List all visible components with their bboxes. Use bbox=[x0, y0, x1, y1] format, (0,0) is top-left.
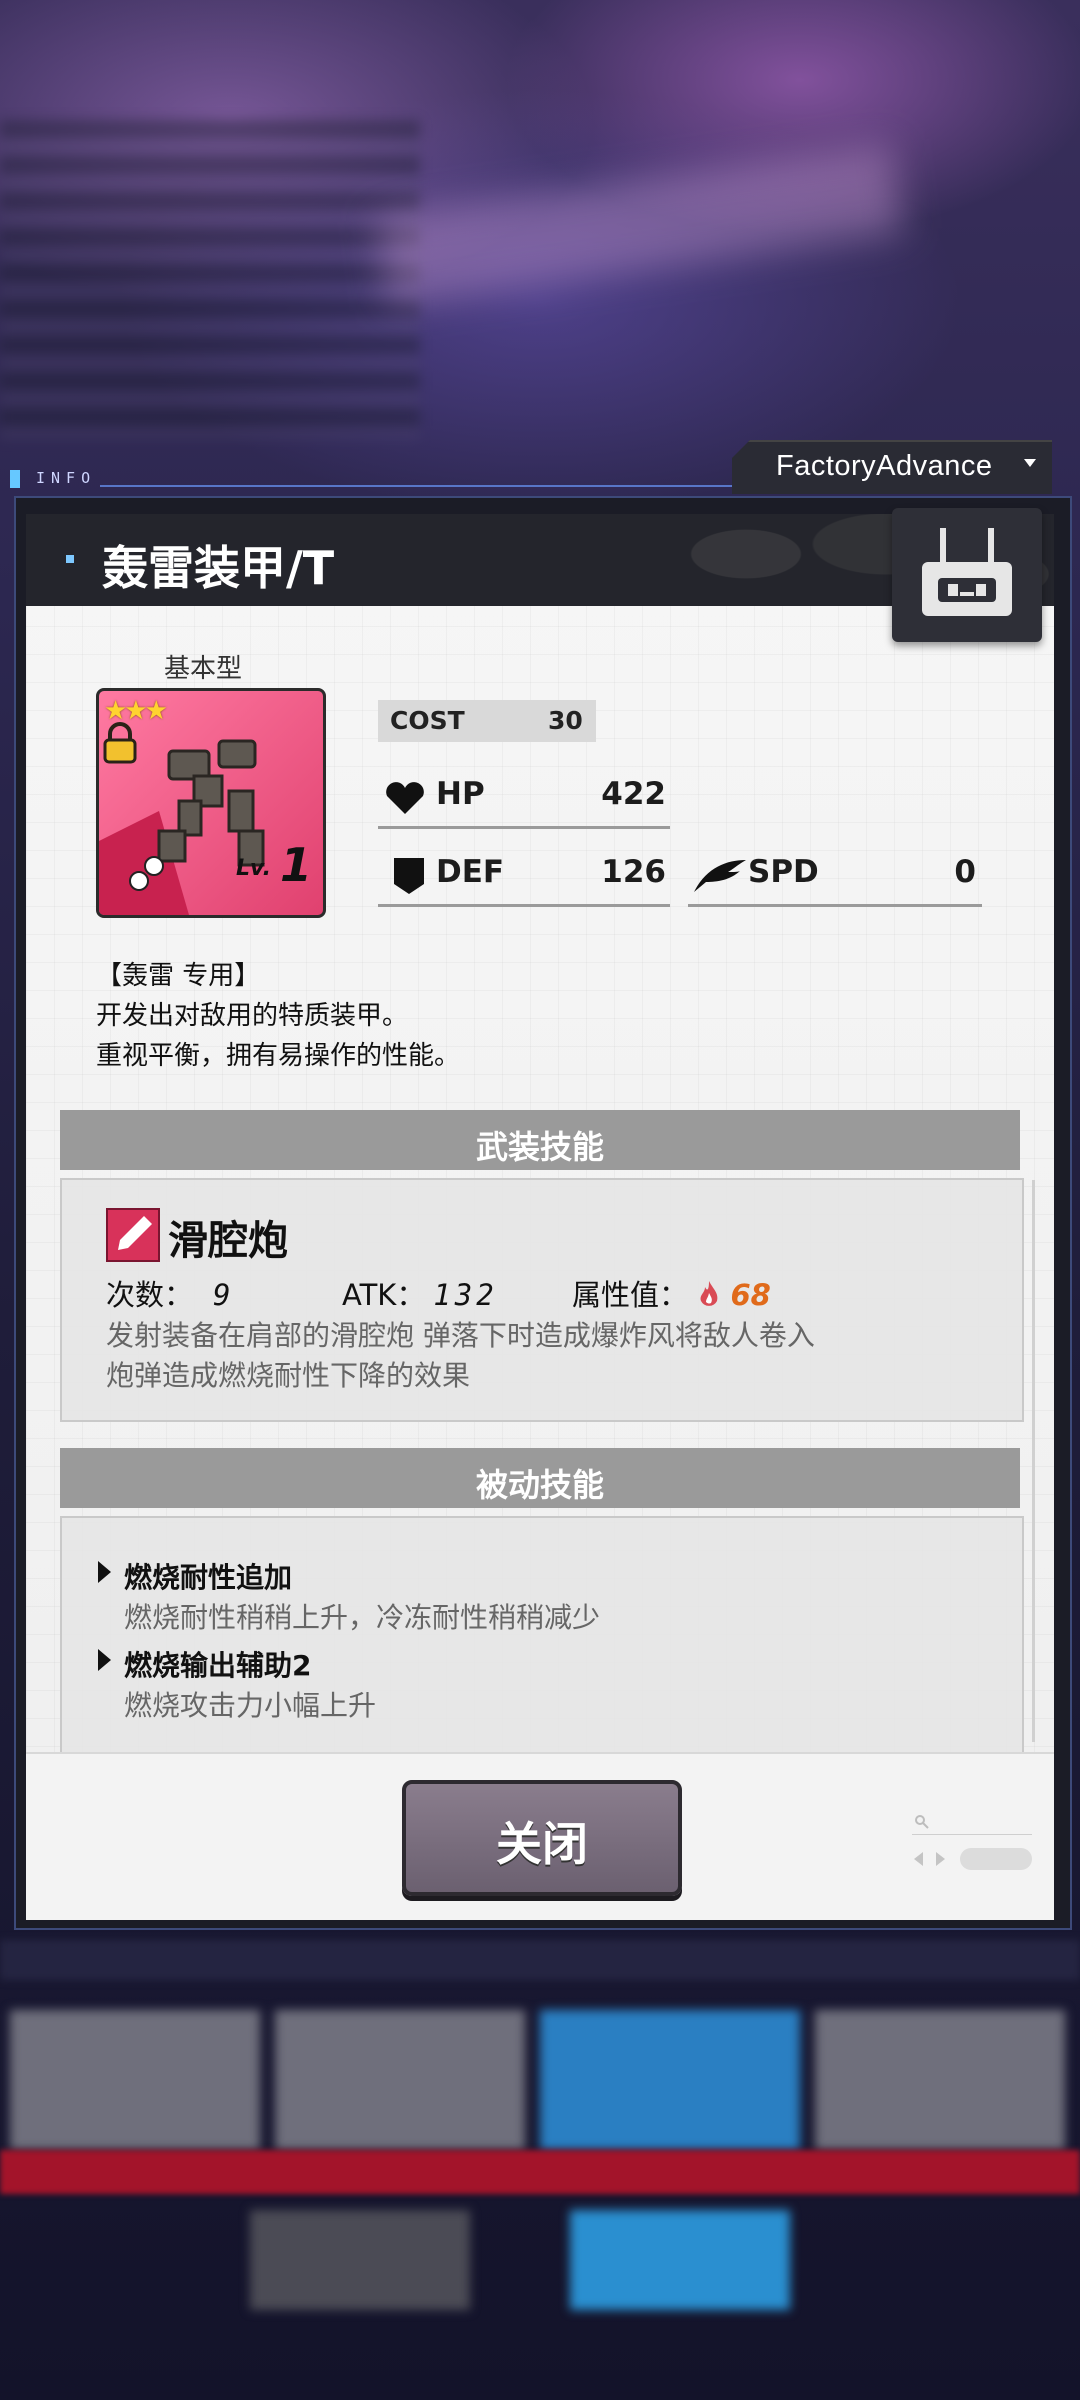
skill-attribute: 属性值： 68 bbox=[572, 1272, 771, 1314]
unit-name: 轰雷装甲/T bbox=[102, 541, 335, 595]
passive-skill-description: 燃烧耐性稍稍上升，冷冻耐性稍稍减少 bbox=[124, 1601, 601, 1634]
spd-value: 0 bbox=[954, 854, 976, 890]
description-line: 开发出对敌用的特质装甲。 bbox=[96, 1001, 409, 1031]
prev-arrow-icon bbox=[914, 1852, 923, 1866]
hp-underline bbox=[378, 826, 670, 829]
skill-atk-label: ATK： bbox=[342, 1278, 426, 1312]
search-icon bbox=[915, 1815, 929, 1829]
skill-uses: 次数： 9 bbox=[106, 1272, 234, 1314]
triangle-bullet-icon bbox=[98, 1649, 111, 1671]
background-button bbox=[250, 2210, 470, 2310]
skill-atk-value: 132 bbox=[433, 1278, 498, 1312]
lock-icon[interactable] bbox=[100, 722, 140, 766]
mode-dropdown-label[interactable]: FactoryAdvance bbox=[776, 450, 993, 483]
description-line: 重视平衡，拥有易操作的性能。 bbox=[96, 1041, 461, 1071]
background-card bbox=[815, 2010, 1065, 2150]
background-button bbox=[570, 2210, 790, 2310]
header-bullet bbox=[66, 555, 74, 563]
passive-skill-title: 被动技能 bbox=[475, 1466, 604, 1504]
hp-value: 422 bbox=[601, 776, 666, 812]
spd-underline bbox=[688, 904, 982, 907]
passive-skill-name: 燃烧输出辅助2 bbox=[124, 1649, 312, 1682]
cost-label: COST bbox=[390, 706, 465, 735]
def-underline bbox=[378, 904, 670, 907]
armed-skill-description: 发射装备在肩部的滑腔炮 弹落下时造成爆炸风将敌人卷入 炮弹造成燃烧耐性下降的效果 bbox=[106, 1316, 815, 1396]
info-label: INFO bbox=[36, 469, 97, 487]
info-divider bbox=[100, 485, 740, 487]
description-line: 【轰雷 专用】 bbox=[96, 961, 261, 991]
hp-label: HP bbox=[436, 776, 485, 812]
background-list-blur bbox=[0, 120, 420, 440]
skill-description-line: 炮弹造成燃烧耐性下降的效果 bbox=[106, 1359, 471, 1392]
background-cards bbox=[0, 2010, 1080, 2150]
unit-description: 【轰雷 专用】 开发出对敌用的特质装甲。 重视平衡，拥有易操作的性能。 bbox=[96, 956, 460, 1076]
skill-uses-label: 次数： bbox=[106, 1278, 194, 1312]
heart-icon bbox=[386, 782, 424, 814]
unit-type-label: 基本型 bbox=[164, 654, 243, 684]
cost-value: 30 bbox=[548, 706, 583, 735]
background-card bbox=[540, 2010, 800, 2150]
mini-divider bbox=[912, 1834, 1032, 1835]
skill-attribute-value: 68 bbox=[730, 1278, 771, 1312]
triangle-bullet-icon bbox=[98, 1561, 111, 1583]
skill-uses-value: 9 bbox=[213, 1278, 235, 1312]
robot-badge bbox=[892, 508, 1042, 642]
level-value: 1 bbox=[280, 838, 313, 892]
pen-icon bbox=[106, 1208, 160, 1262]
robot-icon bbox=[922, 528, 1012, 616]
skill-description-line: 发射装备在肩部的滑腔炮 弹落下时造成爆炸风将敌人卷入 bbox=[106, 1319, 815, 1352]
wing-icon bbox=[694, 860, 746, 892]
background-light-streak bbox=[376, 144, 904, 306]
close-button-label[interactable]: 关闭 bbox=[402, 1808, 682, 1874]
flame-icon bbox=[700, 1281, 718, 1306]
skill-attribute-label: 属性值： bbox=[572, 1278, 689, 1312]
passive-skill-description: 燃烧攻击力小幅上升 bbox=[124, 1689, 377, 1722]
passive-skill-name: 燃烧耐性追加 bbox=[124, 1561, 293, 1594]
def-label: DEF bbox=[436, 854, 505, 890]
content-scrollbar[interactable] bbox=[1032, 1180, 1035, 1742]
next-arrow-icon bbox=[936, 1852, 945, 1866]
dropdown-caret-icon[interactable] bbox=[1024, 459, 1036, 467]
shield-icon bbox=[394, 858, 424, 894]
background-red-bar bbox=[0, 2150, 1080, 2194]
background-card bbox=[10, 2010, 260, 2150]
spd-label: SPD bbox=[748, 854, 819, 890]
armed-skill-title: 武装技能 bbox=[475, 1128, 604, 1166]
level-prefix: Lv. bbox=[236, 856, 271, 881]
armed-skill-name: 滑腔炮 bbox=[168, 1218, 288, 1264]
background-strip bbox=[0, 1940, 1080, 1980]
def-value: 126 bbox=[601, 854, 666, 890]
mini-slider bbox=[960, 1848, 1032, 1870]
info-marker bbox=[10, 470, 20, 488]
skill-atk: ATK： 132 bbox=[342, 1272, 498, 1314]
background-card bbox=[275, 2010, 525, 2150]
